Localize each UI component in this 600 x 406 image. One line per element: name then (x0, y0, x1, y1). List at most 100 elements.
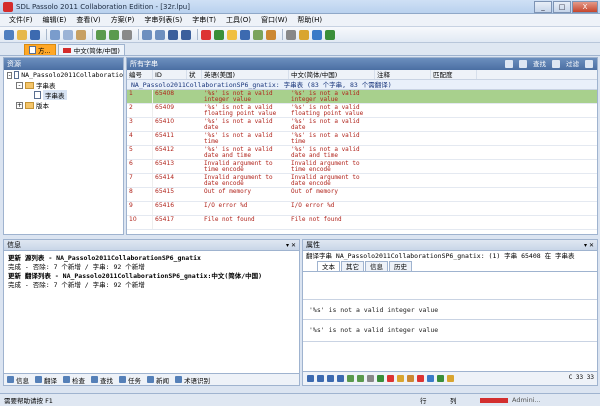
menu-edit[interactable]: 编辑(E) (38, 15, 72, 25)
list-icon[interactable] (181, 29, 191, 40)
tab-project[interactable]: 方... (24, 44, 56, 55)
copy-icon[interactable] (63, 29, 73, 40)
col-header-english[interactable]: 英语(美国) (202, 70, 289, 79)
arrow-down-icon[interactable] (317, 375, 324, 382)
lightning-icon[interactable] (397, 375, 404, 382)
list-icon[interactable] (367, 375, 374, 382)
tree-item-string-table[interactable]: - 字串表 (4, 80, 123, 90)
maximize-button[interactable]: □ (553, 1, 571, 13)
tab-term[interactable]: 术语识别 (175, 375, 210, 385)
target-text-area[interactable]: '%s' is not a valid integer value (303, 320, 597, 342)
target-text[interactable]: '%s' is not a valid integer value (303, 320, 597, 334)
collapse-icon[interactable]: - (7, 71, 13, 79)
col-header-number[interactable]: 编号 (127, 70, 153, 79)
grid-view-icon[interactable] (505, 60, 513, 68)
grid-icon[interactable] (168, 29, 178, 40)
help-icon[interactable] (312, 29, 322, 40)
arrow-up-icon[interactable] (307, 375, 314, 382)
expand-icon[interactable]: + (16, 101, 23, 109)
lock-icon[interactable] (266, 29, 276, 40)
check-icon[interactable] (214, 29, 224, 40)
first-icon[interactable] (327, 375, 334, 382)
lock-icon[interactable] (407, 375, 414, 382)
star-icon[interactable] (227, 29, 237, 40)
ok-icon[interactable] (437, 375, 444, 382)
prev-icon[interactable] (347, 375, 354, 382)
paste-icon[interactable] (76, 29, 86, 40)
group-row[interactable]: NA_Passolo2011CollaborationSP6_gnatix: 字… (127, 80, 597, 90)
menu-tools[interactable]: 工具(O) (221, 15, 256, 25)
pin-icon[interactable]: ▾ ✕ (286, 240, 296, 251)
minimize-button[interactable]: _ (534, 1, 552, 13)
tab-other[interactable]: 其它 (341, 261, 364, 271)
filter-icon[interactable] (552, 60, 560, 68)
collapse-icon[interactable]: - (16, 81, 23, 89)
table-row[interactable]: 4 65411 '%s' is not a valid time '%s' is no… (127, 132, 597, 146)
filter-label[interactable]: 过滤 (566, 58, 579, 70)
table-row[interactable]: 7 65414 Invalid argument to date encode Inv… (127, 174, 597, 188)
close-button[interactable]: X (572, 1, 598, 13)
tab-info[interactable]: 信息 (7, 375, 29, 385)
table-row[interactable]: 1 65408 '%s' is not a valid integer value '… (127, 90, 597, 104)
new-icon[interactable] (4, 29, 14, 40)
close-panel-icon[interactable] (585, 60, 593, 68)
save-icon[interactable] (30, 29, 40, 40)
tab-check[interactable]: 检查 (63, 375, 85, 385)
tab-find[interactable]: 查找 (91, 375, 113, 385)
col-header-id[interactable]: ID (153, 70, 187, 79)
tab-prop-info[interactable]: 信息 (365, 261, 388, 271)
run-icon[interactable] (325, 29, 335, 40)
col-header-comment[interactable]: 注释 (375, 70, 431, 79)
menu-view[interactable]: 查看(V) (71, 15, 105, 25)
cell-status (187, 202, 202, 215)
find-label[interactable]: 查找 (533, 58, 546, 70)
table-row[interactable]: 10 65417 File not found File not found (127, 216, 597, 230)
forward-icon[interactable] (155, 29, 165, 40)
menu-string[interactable]: 字串(T) (187, 15, 221, 25)
open-icon[interactable] (17, 29, 27, 40)
col-header-match[interactable]: 匹配度 (431, 70, 477, 79)
find-icon[interactable] (122, 29, 132, 40)
table-row[interactable]: 6 65413 Invalid argument to time encode Inv… (127, 160, 597, 174)
translate-icon[interactable] (240, 29, 250, 40)
tree-item-version[interactable]: + 版本 (4, 100, 123, 110)
tree-item-string-table-child[interactable]: 字串表 (4, 90, 123, 100)
cut-icon[interactable] (50, 29, 60, 40)
delete-icon[interactable] (417, 375, 424, 382)
reject-icon[interactable] (387, 375, 394, 382)
tab-chinese[interactable]: 中文(简体/中国) (57, 44, 125, 55)
comment-icon[interactable] (427, 375, 434, 382)
tab-news[interactable]: 新闻 (147, 375, 169, 385)
checkmark-icon[interactable] (377, 375, 384, 382)
tab-text[interactable]: 文本 (317, 261, 340, 271)
pin-icon[interactable]: ▾ ✕ (584, 240, 594, 251)
table-row[interactable]: 3 65410 '%s' is not a valid date '%s' is no… (127, 118, 597, 132)
menu-window[interactable]: 窗口(W) (256, 15, 292, 25)
validate-icon[interactable] (253, 29, 263, 40)
back-icon[interactable] (142, 29, 152, 40)
table-row[interactable]: 5 65412 '%s' is not a valid date and time '… (127, 146, 597, 160)
table-row[interactable]: 8 65415 Out of memory Out of memory (127, 188, 597, 202)
stop-icon[interactable] (201, 29, 211, 40)
tree-item-project[interactable]: - NA_Passolo2011Collaboratio (4, 70, 123, 80)
menu-file[interactable]: 文件(F) (4, 15, 38, 25)
grid-layout-icon[interactable] (519, 60, 527, 68)
table-row[interactable]: 9 65416 I/O error %d I/O error %d (127, 202, 597, 216)
col-header-chinese[interactable]: 中文(简体/中国) (289, 70, 375, 79)
redo-icon[interactable] (109, 29, 119, 40)
last-icon[interactable] (337, 375, 344, 382)
next-icon[interactable] (357, 375, 364, 382)
tab-tasks[interactable]: 任务 (119, 375, 141, 385)
undo-icon[interactable] (96, 29, 106, 40)
menu-project[interactable]: 方案(P) (106, 15, 140, 25)
note-icon[interactable] (447, 375, 454, 382)
tab-translate[interactable]: 翻译 (35, 375, 57, 385)
col-header-status[interactable]: 状 (187, 70, 202, 79)
cell-status (187, 90, 202, 103)
menu-string-list[interactable]: 字串列表(S) (139, 15, 187, 25)
settings-icon[interactable] (286, 29, 296, 40)
bulb-icon[interactable] (299, 29, 309, 40)
tab-history[interactable]: 历史 (389, 261, 412, 271)
table-row[interactable]: 2 65409 '%s' is not a valid floating point… (127, 104, 597, 118)
menu-help[interactable]: 帮助(H) (292, 15, 327, 25)
